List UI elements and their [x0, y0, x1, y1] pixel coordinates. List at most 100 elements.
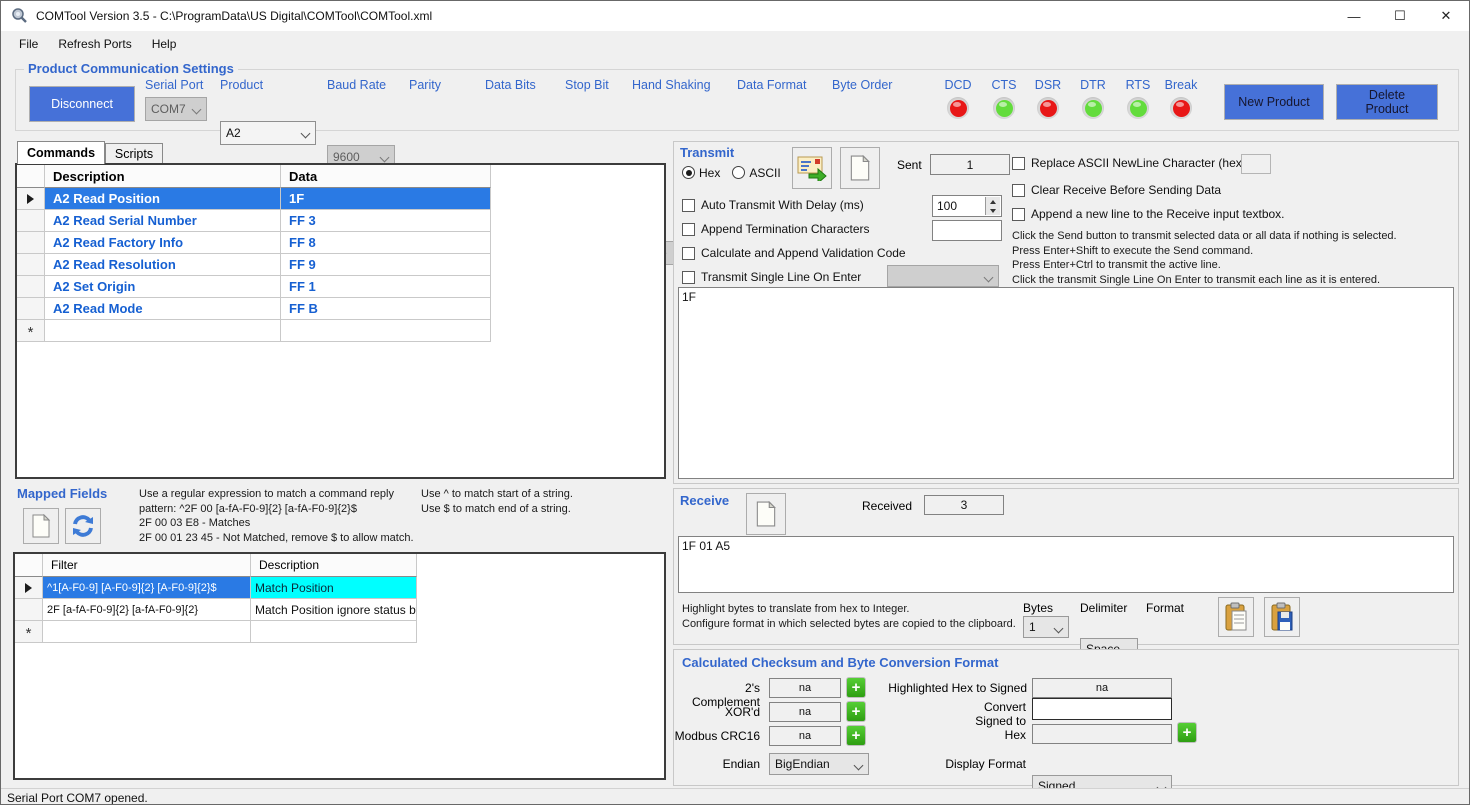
break-indicator: Break — [1159, 78, 1203, 119]
cts-indicator: CTS — [982, 78, 1026, 119]
menu-help[interactable]: Help — [142, 33, 187, 55]
header-data: Data — [281, 165, 491, 188]
product-label: Product — [220, 78, 263, 92]
receive-hint-text: Highlight bytes to translate from hex to… — [682, 602, 1017, 631]
sent-count-field: 1 — [930, 154, 1010, 175]
current-row-arrow-icon — [25, 583, 32, 593]
single-line-checkbox[interactable]: Transmit Single Line On Enter — [682, 270, 861, 284]
convert-hex-output — [1032, 724, 1172, 744]
cts-led-icon — [996, 100, 1013, 117]
replace-newline-field[interactable] — [1241, 154, 1271, 174]
xord-label: XOR'd — [674, 705, 760, 719]
serial-port-select[interactable]: COM7 — [145, 97, 207, 121]
header-row-selector — [17, 165, 45, 188]
append-termination-checkbox[interactable]: Append Termination Characters — [682, 222, 870, 236]
table-row[interactable]: A2 Set Origin FF 1 — [17, 276, 664, 298]
hex-radio[interactable]: Hex — [682, 166, 720, 180]
app-icon — [10, 7, 28, 25]
title-bar: COMTool Version 3.5 - C:\ProgramData\US … — [1, 1, 1469, 31]
receive-clear-button[interactable] — [746, 493, 786, 535]
match-highlight-cell: Match Position — [251, 577, 417, 599]
mapped-fields-new-button[interactable] — [23, 508, 59, 544]
append-newline-checkbox[interactable]: Append a new line to the Receive input t… — [1012, 207, 1285, 221]
regex-anchor-help-text: Use ^ to match start of a string. Use $ … — [421, 487, 573, 516]
refresh-icon — [71, 514, 95, 538]
status-text: Serial Port COM7 opened. — [7, 791, 148, 805]
maximize-button[interactable]: ☐ — [1377, 1, 1423, 31]
clipboard-save-icon — [1270, 602, 1294, 632]
table-row[interactable]: 2F [a-fA-F0-9]{2} [a-fA-F0-9]{2} Match P… — [15, 599, 664, 621]
minimize-button[interactable]: — — [1331, 1, 1377, 31]
tab-scripts[interactable]: Scripts — [105, 143, 163, 164]
validation-code-select[interactable] — [887, 265, 999, 287]
header-filter: Filter — [43, 554, 251, 577]
serial-port-label: Serial Port — [145, 78, 203, 92]
window-title: COMTool Version 3.5 - C:\ProgramData\US … — [36, 9, 432, 23]
transmit-clear-button[interactable] — [840, 147, 880, 189]
rts-indicator: RTS — [1116, 78, 1160, 119]
product-select[interactable]: A2 — [220, 121, 316, 145]
receive-title: Receive — [680, 493, 729, 508]
table-row[interactable]: A2 Read Serial Number FF 3 — [17, 210, 664, 232]
spin-up-icon[interactable] — [986, 197, 1000, 206]
new-document-icon — [849, 155, 871, 181]
table-row[interactable]: A2 Read Resolution FF 9 — [17, 254, 664, 276]
transmit-data-textarea[interactable]: 1F — [678, 287, 1454, 479]
twos-complement-copy-button[interactable]: + — [846, 677, 866, 698]
copy-to-clipboard-button[interactable] — [1218, 597, 1254, 637]
table-row[interactable]: ^1[A-F0-9] [A-F0-9]{2} [A-F0-9]{2}$ Matc… — [15, 577, 664, 599]
new-product-button[interactable]: New Product — [1224, 84, 1324, 120]
clipboard-paste-icon — [1224, 602, 1248, 632]
delete-product-button[interactable]: Delete Product — [1336, 84, 1438, 120]
new-row[interactable]: * — [17, 320, 664, 342]
table-row[interactable]: A2 Read Mode FF B — [17, 298, 664, 320]
new-row[interactable]: * — [15, 621, 664, 643]
send-mail-icon — [797, 155, 827, 181]
display-format-label: Display Format — [914, 757, 1026, 771]
termination-chars-field[interactable] — [932, 220, 1002, 241]
new-document-icon — [755, 501, 777, 527]
bytes-select[interactable]: 1 — [1023, 616, 1069, 638]
convert-copy-button[interactable]: + — [1177, 722, 1197, 743]
spin-down-icon[interactable] — [986, 206, 1000, 215]
xord-copy-button[interactable]: + — [846, 701, 866, 722]
dtr-led-icon — [1085, 100, 1102, 117]
endian-label: Endian — [674, 757, 760, 771]
settings-group-title: Product Communication Settings — [24, 61, 238, 76]
regex-help-text: Use a regular expression to match a comm… — [139, 487, 424, 545]
receive-data-textarea[interactable]: 1F 01 A5 — [678, 536, 1454, 593]
menu-refresh-ports[interactable]: Refresh Ports — [48, 33, 141, 55]
stop-bit-label: Stop Bit — [565, 78, 609, 92]
rts-led-icon — [1130, 100, 1147, 117]
clear-receive-checkbox[interactable]: Clear Receive Before Sending Data — [1012, 183, 1221, 197]
format-label: Format — [1146, 601, 1184, 615]
transmit-instructions: Click the Send button to transmit select… — [1012, 229, 1452, 287]
convert-signed-label: Convert Signed to Hex — [958, 700, 1026, 742]
new-row-icon: * — [26, 629, 32, 639]
receive-group: Receive Received 3 1F 01 A5 Highlight by… — [673, 488, 1459, 645]
mapped-fields-refresh-button[interactable] — [65, 508, 101, 544]
disconnect-button[interactable]: Disconnect — [29, 86, 135, 122]
auto-transmit-delay-spinner[interactable]: 100 — [932, 195, 1002, 217]
comtool-window: COMTool Version 3.5 - C:\ProgramData\US … — [0, 0, 1470, 805]
tab-commands[interactable]: Commands — [17, 141, 105, 164]
table-row[interactable]: A2 Read Factory Info FF 8 — [17, 232, 664, 254]
menu-file[interactable]: File — [9, 33, 48, 55]
header-description: Description — [45, 165, 281, 188]
byte-order-label: Byte Order — [832, 78, 892, 92]
convert-signed-input[interactable] — [1032, 698, 1172, 720]
ascii-radio[interactable]: ASCII — [732, 166, 780, 180]
table-row[interactable]: A2 Read Position 1F — [17, 188, 664, 210]
mapped-fields-grid-panel: Filter Description ^1[A-F0-9] [A-F0-9]{2… — [13, 552, 666, 780]
current-row-arrow-icon — [27, 194, 34, 204]
validation-code-checkbox[interactable]: Calculate and Append Validation Code — [682, 246, 906, 260]
transmit-title: Transmit — [680, 145, 734, 160]
received-label: Received — [862, 499, 912, 513]
endian-select[interactable]: BigEndian — [769, 753, 869, 775]
auto-transmit-checkbox[interactable]: Auto Transmit With Delay (ms) — [682, 198, 864, 212]
close-button[interactable]: ✕ — [1423, 1, 1469, 31]
modbus-crc16-copy-button[interactable]: + — [846, 725, 866, 746]
replace-newline-checkbox[interactable]: Replace ASCII NewLine Character (hex) — [1012, 156, 1246, 170]
save-clipboard-button[interactable] — [1264, 597, 1300, 637]
send-button[interactable] — [792, 147, 832, 189]
